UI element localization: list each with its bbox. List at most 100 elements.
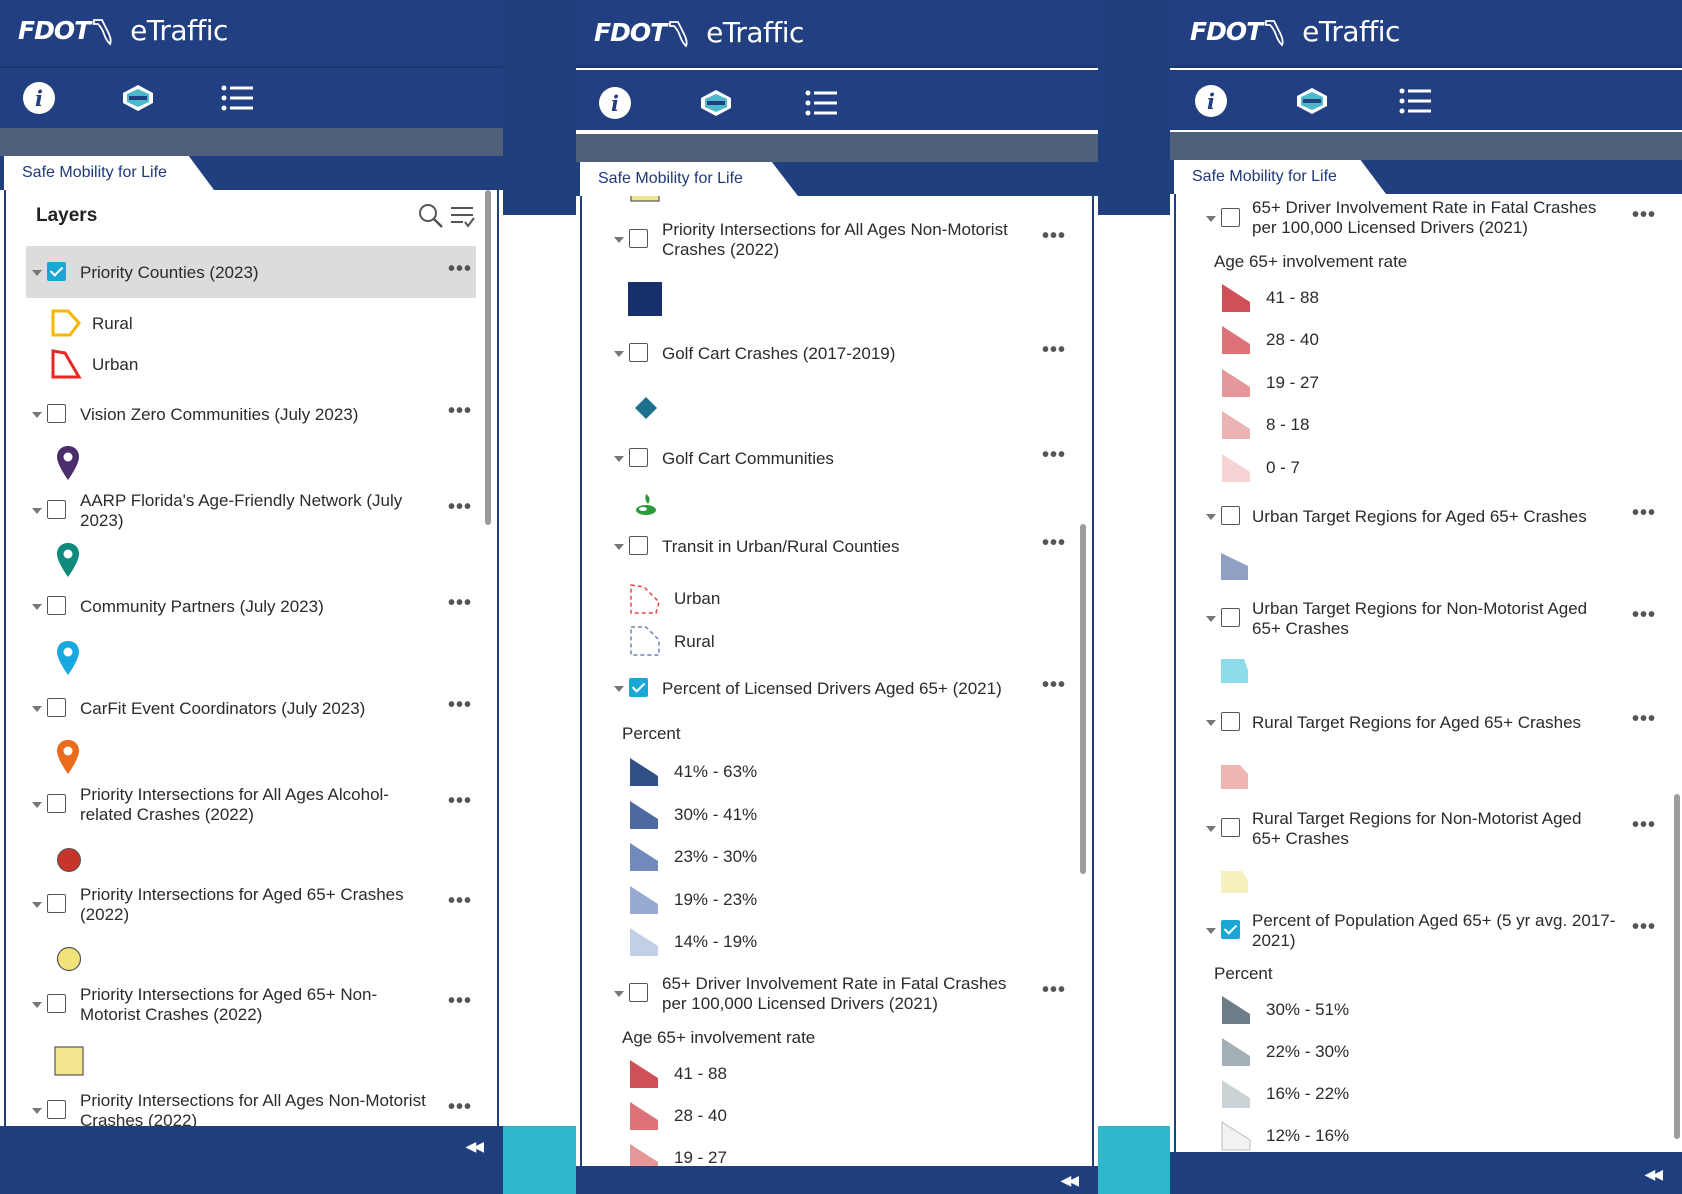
layer-checkbox[interactable] bbox=[47, 994, 66, 1013]
tab-safe-mobility[interactable]: Safe Mobility for Life bbox=[4, 156, 214, 190]
more-options-icon[interactable]: ••• bbox=[448, 592, 472, 615]
expand-caret[interactable] bbox=[32, 270, 42, 276]
layer-checkbox[interactable] bbox=[629, 536, 648, 555]
basemap-button[interactable] bbox=[1292, 83, 1332, 119]
tab-safe-mobility[interactable]: Safe Mobility for Life bbox=[580, 162, 798, 196]
tab-safe-mobility[interactable]: Safe Mobility for Life bbox=[1174, 160, 1386, 194]
expand-caret[interactable] bbox=[32, 604, 42, 610]
layer-checkbox[interactable] bbox=[629, 448, 648, 467]
class-label: 30% - 41% bbox=[674, 805, 758, 824]
legend-button[interactable] bbox=[217, 80, 257, 116]
more-options-icon[interactable]: ••• bbox=[1632, 204, 1656, 227]
expand-caret[interactable] bbox=[614, 351, 624, 357]
scrollbar[interactable] bbox=[1080, 524, 1086, 874]
more-options-icon[interactable]: ••• bbox=[1632, 708, 1656, 731]
expand-caret[interactable] bbox=[614, 544, 624, 550]
info-button[interactable]: i bbox=[1191, 83, 1231, 119]
expand-caret[interactable] bbox=[614, 686, 624, 692]
expand-caret[interactable] bbox=[614, 991, 624, 997]
class-label: 19 - 27 bbox=[1266, 373, 1319, 392]
layer-checkbox[interactable] bbox=[47, 698, 66, 717]
class-swatch bbox=[1222, 284, 1250, 312]
more-options-icon[interactable]: ••• bbox=[448, 694, 472, 717]
search-icon[interactable] bbox=[418, 203, 444, 229]
layer-checkbox[interactable] bbox=[1221, 208, 1240, 227]
layer-checkbox[interactable] bbox=[47, 894, 66, 913]
more-options-icon[interactable]: ••• bbox=[1042, 674, 1066, 697]
expand-caret[interactable] bbox=[1206, 514, 1216, 520]
more-options-icon[interactable]: ••• bbox=[1042, 444, 1066, 467]
filter-icon[interactable] bbox=[449, 204, 477, 230]
expand-caret[interactable] bbox=[1206, 216, 1216, 222]
layer-checkbox[interactable] bbox=[47, 1100, 66, 1119]
double-chevron-left-icon[interactable]: ◀◀ bbox=[465, 1138, 483, 1155]
expand-caret[interactable] bbox=[614, 456, 624, 462]
more-options-icon[interactable]: ••• bbox=[1042, 979, 1066, 1002]
more-options-icon[interactable]: ••• bbox=[1042, 339, 1066, 362]
expand-caret[interactable] bbox=[32, 802, 42, 808]
rural-polygon-swatch bbox=[51, 309, 81, 337]
layer-checkbox[interactable] bbox=[47, 500, 66, 519]
layer-title-alcohol-line2: related Crashes (2022) bbox=[80, 805, 254, 824]
expand-caret[interactable] bbox=[32, 1002, 42, 1008]
layer-checkbox-priority-counties[interactable] bbox=[47, 262, 66, 281]
more-options-icon[interactable]: ••• bbox=[448, 990, 472, 1013]
layer-checkbox-population-65[interactable] bbox=[1221, 920, 1240, 939]
expand-caret[interactable] bbox=[32, 412, 42, 418]
more-options-icon[interactable]: ••• bbox=[1632, 604, 1656, 627]
legend-button[interactable] bbox=[1395, 83, 1435, 119]
layer-checkbox[interactable] bbox=[629, 983, 648, 1002]
more-options-icon[interactable]: ••• bbox=[448, 258, 472, 281]
double-chevron-left-icon[interactable]: ◀◀ bbox=[1644, 1166, 1662, 1183]
expand-caret[interactable] bbox=[1206, 826, 1216, 832]
expand-caret[interactable] bbox=[32, 902, 42, 908]
layer-checkbox[interactable] bbox=[47, 404, 66, 423]
layer-checkbox[interactable] bbox=[1221, 712, 1240, 731]
more-options-icon[interactable]: ••• bbox=[448, 1096, 472, 1119]
basemap-button[interactable] bbox=[696, 85, 736, 121]
pin-icon-purple bbox=[57, 446, 79, 480]
layer-checkbox[interactable] bbox=[47, 794, 66, 813]
layer-title-nonmotorist-line2: Motorist Crashes (2022) bbox=[80, 1005, 263, 1024]
legend-heading-involvement: Age 65+ involvement rate bbox=[1214, 252, 1408, 271]
layer-checkbox[interactable] bbox=[1221, 818, 1240, 837]
layer-checkbox-licensed-drivers[interactable] bbox=[629, 678, 648, 697]
tab-row: Safe Mobility for Life bbox=[1170, 160, 1682, 194]
scrollbar[interactable] bbox=[485, 190, 491, 525]
basemap-button[interactable] bbox=[118, 80, 158, 116]
expand-caret[interactable] bbox=[1206, 616, 1216, 622]
layer-title-vision-zero: Vision Zero Communities (July 2023) bbox=[80, 405, 359, 424]
layer-checkbox[interactable] bbox=[1221, 506, 1240, 525]
legend-button[interactable] bbox=[801, 85, 841, 121]
more-options-icon[interactable]: ••• bbox=[1632, 916, 1656, 939]
expand-caret[interactable] bbox=[32, 1108, 42, 1114]
info-button[interactable]: i bbox=[595, 85, 635, 121]
layer-checkbox[interactable] bbox=[629, 343, 648, 362]
info-button[interactable]: i bbox=[19, 80, 59, 116]
more-options-icon[interactable]: ••• bbox=[1042, 225, 1066, 248]
class-swatch bbox=[1222, 996, 1250, 1024]
expand-caret[interactable] bbox=[614, 237, 624, 243]
more-options-icon[interactable]: ••• bbox=[448, 890, 472, 913]
layer-title-allages-nonmotorist-line1: Priority Intersections for All Ages Non-… bbox=[80, 1091, 426, 1110]
class-swatch bbox=[630, 758, 658, 786]
more-options-icon[interactable]: ••• bbox=[1042, 532, 1066, 555]
legend-label-urban: Urban bbox=[92, 355, 139, 374]
layer-checkbox[interactable] bbox=[1221, 608, 1240, 627]
layer-checkbox[interactable] bbox=[629, 229, 648, 248]
layer-title-driver-involvement-line1: 65+ Driver Involvement Rate in Fatal Cra… bbox=[662, 974, 1007, 993]
more-options-icon[interactable]: ••• bbox=[448, 790, 472, 813]
scrollbar[interactable] bbox=[1674, 794, 1680, 1139]
more-options-icon[interactable]: ••• bbox=[448, 496, 472, 519]
panel-2: FDOT eTraffic i Safe Mobility for Life P… bbox=[576, 0, 1098, 1194]
more-options-icon[interactable]: ••• bbox=[1632, 502, 1656, 525]
layer-checkbox[interactable] bbox=[47, 596, 66, 615]
double-chevron-left-icon[interactable]: ◀◀ bbox=[1060, 1172, 1078, 1189]
expand-caret[interactable] bbox=[32, 706, 42, 712]
expand-caret[interactable] bbox=[32, 508, 42, 514]
expand-caret[interactable] bbox=[1206, 720, 1216, 726]
expand-caret[interactable] bbox=[1206, 928, 1216, 934]
more-options-icon[interactable]: ••• bbox=[448, 400, 472, 423]
more-options-icon[interactable]: ••• bbox=[1632, 814, 1656, 837]
florida-icon bbox=[93, 18, 112, 46]
